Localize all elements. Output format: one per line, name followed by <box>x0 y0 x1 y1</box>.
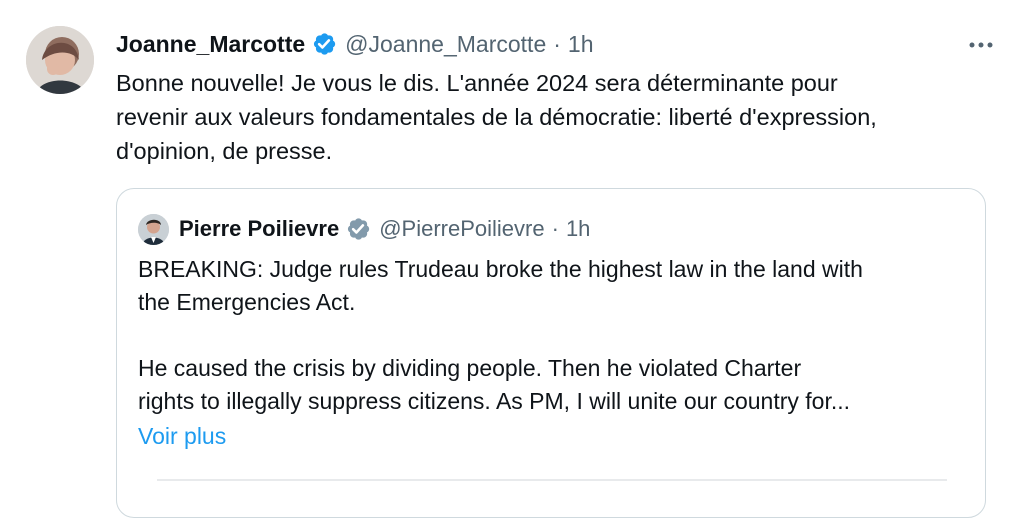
see-more-link[interactable]: Voir plus <box>138 420 226 453</box>
quoted-tweet-header: Pierre Poilievre @PierrePoilievre · 1h <box>179 213 590 245</box>
tweet[interactable]: Joanne_Marcotte @Joanne_Marcotte · 1h Bo… <box>0 0 1034 518</box>
quoted-media-preview[interactable] <box>157 479 947 481</box>
gray-verified-badge-icon[interactable] <box>345 216 371 242</box>
tweet-text: Bonne nouvelle! Je vous le dis. L'année … <box>116 70 877 164</box>
quoted-header-separator: · <box>551 216 559 241</box>
author-name[interactable]: Joanne_Marcotte <box>116 31 305 58</box>
quoted-tweet[interactable]: Pierre Poilievre @PierrePoilievre · 1h B… <box>116 188 986 518</box>
header-separator: · <box>553 30 561 57</box>
quoted-author-avatar[interactable] <box>138 214 169 245</box>
tweet-time[interactable]: 1h <box>568 31 594 58</box>
quoted-tweet-time[interactable]: 1h <box>566 216 590 242</box>
verified-badge-icon[interactable] <box>311 31 337 57</box>
quoted-author-name[interactable]: Pierre Poilievre <box>179 216 339 242</box>
author-handle[interactable]: @Joanne_Marcotte <box>345 31 546 58</box>
more-options-icon[interactable] <box>964 30 998 60</box>
tweet-header: Joanne_Marcotte @Joanne_Marcotte · 1h <box>116 28 594 60</box>
quoted-author-handle[interactable]: @PierrePoilievre <box>379 216 544 242</box>
author-avatar[interactable] <box>26 26 94 94</box>
quoted-tweet-text: BREAKING: Judge rules Trudeau broke the … <box>138 256 863 414</box>
